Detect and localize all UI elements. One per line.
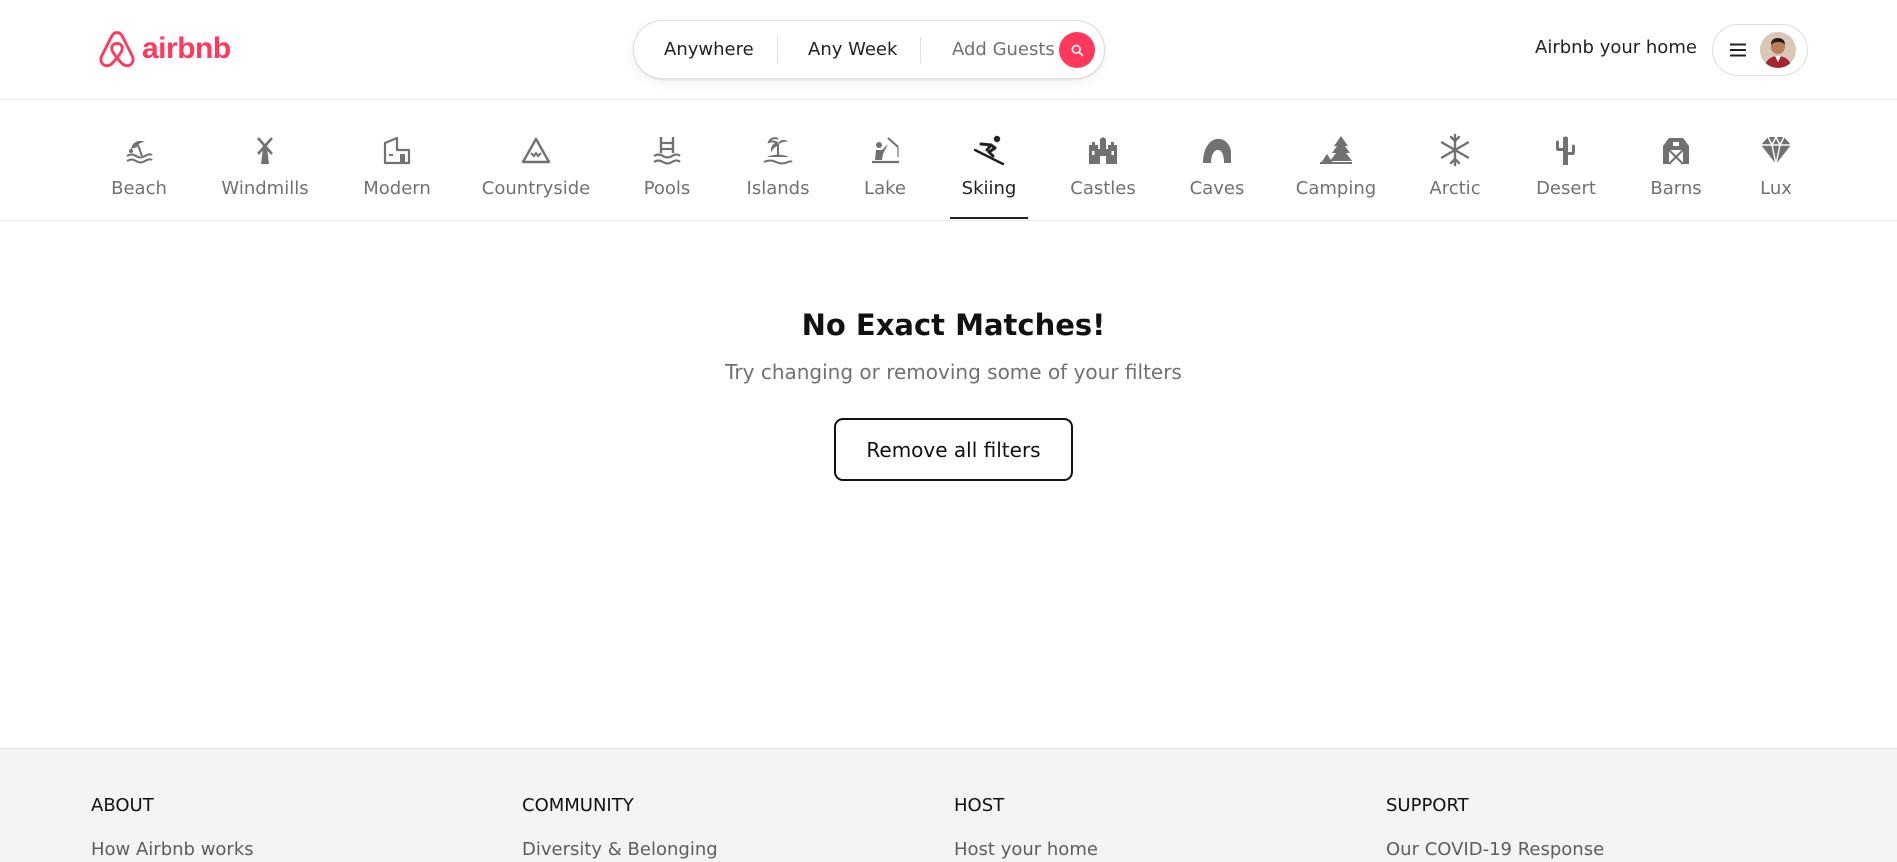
category-label: Camping [1295, 178, 1377, 199]
category-label: Barns [1650, 178, 1702, 199]
search-bar[interactable]: Anywhere Any Week Add Guests [633, 20, 1105, 79]
category-label: Islands [746, 178, 810, 199]
footer-column-support: SUPPORT Our COVID-19 Response [1386, 795, 1604, 860]
island-icon [763, 137, 793, 165]
category-label: Beach [111, 178, 167, 199]
search-location[interactable]: Anywhere [664, 21, 754, 78]
footer-heading: COMMUNITY [522, 795, 634, 816]
user-avatar [1760, 32, 1796, 68]
category-label: Countryside [481, 178, 591, 199]
category-label: Caves [1189, 178, 1245, 199]
windmill-icon [257, 137, 273, 164]
airbnb-logo-icon [99, 31, 135, 68]
category-label: Arctic [1429, 178, 1481, 199]
category-label: Castles [1070, 178, 1136, 199]
camping-icon [1320, 136, 1352, 164]
cave-icon [1203, 138, 1231, 163]
category-bar: Beach Windmills Modern Countryside Pools… [0, 100, 1897, 221]
empty-state-title: No Exact Matches! [801, 308, 1106, 342]
search-button[interactable] [1059, 32, 1095, 68]
category-label: Lux [1760, 178, 1792, 199]
user-menu-button[interactable] [1712, 24, 1808, 76]
category-label: Lake [864, 178, 906, 199]
category-label: Skiing [961, 178, 1017, 199]
footer-heading: ABOUT [91, 795, 154, 816]
empty-state-subtitle: Try changing or removing some of your fi… [725, 360, 1182, 384]
category-label: Modern [363, 178, 431, 199]
footer-heading: SUPPORT [1386, 795, 1469, 816]
category-label: Windmills [221, 178, 309, 199]
snowflake-icon [1440, 133, 1470, 167]
cactus-icon [1556, 136, 1575, 165]
footer-link[interactable]: Diversity & Belonging [522, 839, 718, 860]
search-guests[interactable]: Add Guests [952, 21, 1055, 78]
airbnb-your-home-link[interactable]: Airbnb your home [1535, 37, 1697, 58]
remove-all-filters-button[interactable]: Remove all filters [834, 418, 1073, 481]
footer: ABOUT How Airbnb works COMMUNITY Diversi… [0, 748, 1897, 862]
hamburger-icon [1730, 43, 1746, 57]
footer-link[interactable]: How Airbnb works [91, 839, 254, 860]
footer-column-about: ABOUT How Airbnb works [91, 795, 254, 860]
skiing-icon [973, 135, 1005, 166]
footer-link[interactable]: Our COVID-19 Response [1386, 839, 1604, 860]
airbnb-logo[interactable]: airbnb [98, 29, 231, 69]
modern-house-icon [383, 136, 411, 165]
pool-icon [653, 137, 681, 165]
logo-wordmark: airbnb [142, 32, 231, 65]
search-icon [1071, 44, 1083, 56]
castle-icon [1089, 137, 1117, 164]
footer-heading: HOST [954, 795, 1005, 816]
footer-column-community: COMMUNITY Diversity & Belonging [522, 795, 718, 860]
lake-icon [872, 137, 899, 164]
footer-column-host: HOST Host your home [954, 795, 1098, 860]
search-divider [920, 37, 921, 63]
search-divider [777, 37, 778, 63]
barn-icon [1663, 138, 1689, 165]
search-dates[interactable]: Any Week [808, 21, 897, 78]
active-category-indicator [950, 217, 1028, 219]
diamond-icon [1761, 135, 1791, 165]
category-label: Pools [643, 178, 691, 199]
footer-link[interactable]: Host your home [954, 839, 1098, 860]
beach-icon [126, 140, 153, 164]
top-header: airbnb Anywhere Any Week Add Guests Airb… [0, 0, 1897, 100]
mountain-icon [521, 137, 551, 164]
category-label: Desert [1536, 178, 1596, 199]
